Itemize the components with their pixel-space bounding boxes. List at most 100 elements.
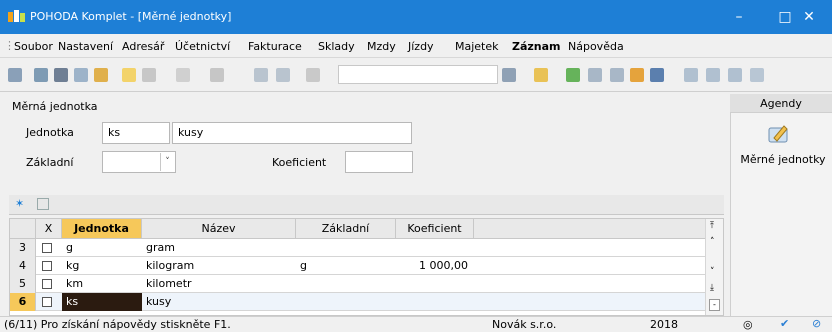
row-checkbox[interactable] [42, 279, 52, 289]
menu-fakturace[interactable]: Fakturace [248, 40, 302, 53]
jednotka-label: Jednotka [26, 126, 74, 139]
row-number: 4 [10, 257, 36, 275]
quick-search-combo[interactable] [338, 65, 498, 84]
menu-zaznam[interactable]: Záznam [512, 40, 561, 53]
cell-zakladni: g [300, 259, 307, 272]
zakladni-label: Základní [26, 156, 74, 169]
header-koeficient[interactable]: Koeficient [396, 219, 474, 239]
cascade-icon[interactable] [728, 68, 742, 82]
cell-jednotka: g [66, 241, 73, 254]
users-icon[interactable] [630, 68, 644, 82]
status-company: Novák s.r.o. [492, 318, 557, 331]
cell-zakladni [296, 275, 396, 293]
scroll-down-icon[interactable]: ˅ [710, 267, 715, 277]
row-number: 5 [10, 275, 36, 293]
list-icon[interactable] [706, 68, 720, 82]
row-checkbox[interactable] [42, 261, 52, 271]
window-icon[interactable] [684, 68, 698, 82]
menu-jizdy[interactable]: Jízdy [408, 40, 434, 53]
menu-sklady[interactable]: Sklady [318, 40, 355, 53]
row-checkbox[interactable] [42, 243, 52, 253]
filter-funnel-icon[interactable] [502, 68, 516, 82]
filter-icon[interactable] [37, 198, 49, 210]
menu-ucetnictvi[interactable]: Účetnictví [175, 40, 230, 53]
menu-majetek[interactable]: Majetek [455, 40, 499, 53]
menu-adresar[interactable]: Adresář [122, 40, 164, 53]
cell-jednotka: km [66, 277, 84, 290]
help-pointer-icon[interactable] [750, 68, 764, 82]
menu-bar: ⋮ Soubor Nastavení Adresář Účetnictví Fa… [0, 34, 832, 58]
menu-napoveda[interactable]: Nápověda [568, 40, 624, 53]
check-icon[interactable]: ✔ [780, 317, 789, 330]
report-icon[interactable] [566, 68, 580, 82]
window-title: POHODA Komplet - [Měrné jednotky] [30, 10, 232, 23]
nazev-input[interactable]: kusy [172, 122, 412, 144]
scroll-bottom-icon[interactable]: ⤓ [710, 283, 714, 293]
preview-icon[interactable] [74, 68, 88, 82]
measure-units-icon[interactable] [766, 120, 792, 146]
cell-nazev: kilogram [146, 259, 195, 272]
header-blank [474, 219, 707, 239]
jednotka-input[interactable]: ks [102, 122, 170, 144]
star-icon[interactable]: ✶ [15, 197, 24, 210]
save-icon[interactable] [254, 68, 268, 82]
cell-nazev: kusy [146, 295, 172, 308]
form-title: Měrná jednotka [12, 100, 98, 113]
forward-icon[interactable] [210, 68, 224, 82]
book-icon[interactable] [8, 68, 22, 82]
agendy-item-mernejednotky[interactable]: Měrné jednotky [738, 153, 828, 166]
ban-icon[interactable] [650, 68, 664, 82]
toolbar [0, 58, 832, 92]
cell-koeficient [396, 293, 474, 311]
header-rownum [10, 219, 36, 239]
status-bar: (6/11) Pro získání nápovědy stiskněte F1… [0, 316, 832, 332]
pohoda-app-icon [8, 10, 26, 24]
table-row-active[interactable]: 6 ks kusy [10, 293, 707, 311]
status-indicator-icon: ◎ [743, 318, 753, 331]
scroll-top-icon[interactable]: ⤒ [710, 221, 714, 231]
row-number: 6 [10, 293, 36, 311]
cell-jednotka[interactable]: ks [62, 293, 142, 311]
save-all-icon[interactable] [276, 68, 290, 82]
chevron-down-icon[interactable]: ˅ [160, 153, 174, 171]
cell-koeficient [396, 275, 474, 293]
confirm-icon[interactable]: ⊘ [812, 317, 821, 330]
table-row[interactable]: 3 g gram [10, 239, 707, 257]
cell-nazev: gram [146, 241, 175, 254]
cell-nazev: kilometr [146, 277, 192, 290]
print-icon[interactable] [54, 68, 68, 82]
new-record-icon[interactable] [122, 68, 136, 82]
cell-jednotka: kg [66, 259, 80, 272]
header-zakladni[interactable]: Základní [296, 219, 396, 239]
header-nazev[interactable]: Název [142, 219, 296, 239]
back-icon[interactable] [176, 68, 190, 82]
status-hint: (6/11) Pro získání nápovědy stiskněte F1… [4, 318, 231, 331]
header-jednotka[interactable]: Jednotka [62, 219, 142, 239]
scroll-up-icon[interactable]: ˄ [710, 237, 715, 247]
menu-nastaveni[interactable]: Nastavení [58, 40, 113, 53]
filter-icon[interactable] [34, 68, 48, 82]
units-table: X Jednotka Název Základní Koeficient 3 g… [9, 218, 724, 316]
vertical-scrollbar[interactable]: ⤒ ˄ ˅ ⤓ - [705, 219, 723, 315]
scroll-minus-icon[interactable]: - [709, 299, 720, 311]
menu-mzdy[interactable]: Mzdy [367, 40, 396, 53]
table-row[interactable]: 5 km kilometr [10, 275, 707, 293]
status-year: 2018 [650, 318, 678, 331]
koeficient-label: Koeficient [272, 156, 327, 169]
calculator-icon[interactable] [610, 68, 624, 82]
export-icon[interactable] [94, 68, 108, 82]
minimize-button[interactable]: – [716, 0, 762, 34]
cell-koeficient [396, 239, 474, 257]
table-row[interactable]: 4 kg kilogram g 1 000,00 [10, 257, 707, 275]
row-checkbox[interactable] [42, 297, 52, 307]
copy-icon[interactable] [306, 68, 320, 82]
edit-icon[interactable] [142, 68, 156, 82]
agendy-title: Agendy [730, 94, 832, 113]
folder-icon[interactable] [534, 68, 548, 82]
cell-zakladni [296, 239, 396, 257]
menu-soubor[interactable]: Soubor [14, 40, 53, 53]
grid-icon[interactable] [588, 68, 602, 82]
koeficient-input[interactable] [345, 151, 413, 173]
header-x[interactable]: X [36, 219, 62, 239]
close-button[interactable]: ✕ [786, 0, 832, 34]
